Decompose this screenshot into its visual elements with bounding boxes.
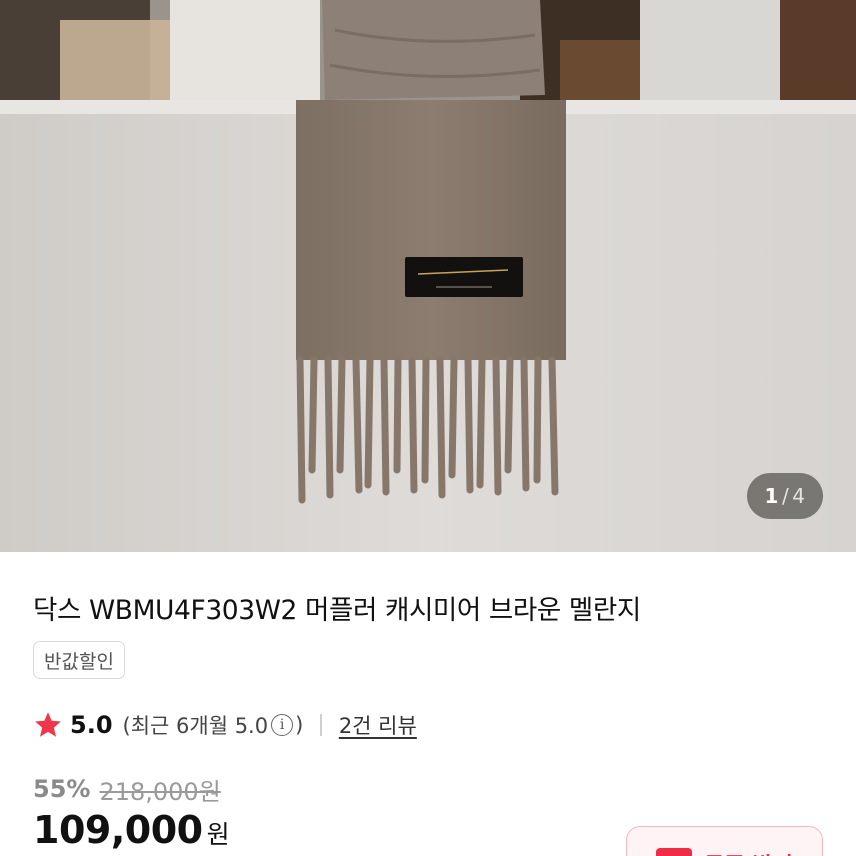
rating-divider [320,714,322,736]
recent-rating-text: (최근 6개월 5.0 i ) [123,710,304,740]
discount-tag-label: 반값할인 [44,650,114,673]
currency-unit: 원 [206,820,230,849]
image-page-counter: 1 / 4 [747,473,823,519]
info-icon[interactable]: i [271,714,294,736]
rating-score: 5.0 [70,711,113,739]
product-photo [0,0,856,552]
product-title: 닥스 WBMU4F303W2 머플러 캐시미어 브라운 멜란지 [33,595,641,626]
discount-percent: 55% [33,775,91,803]
discount-tag-badge: 반값할인 [33,641,125,679]
reviews-link[interactable]: 2건 리뷰 [339,710,417,740]
sale-price: 109,000 [33,808,203,852]
current-image-index: 1 [764,484,779,508]
counter-separator: / [781,484,790,508]
coupon-button-label: 쿠폰 받기 [704,848,793,856]
coupon-button[interactable]: 쿠폰 받기 [626,826,823,856]
product-image-gallery[interactable]: 1 / 4 [0,0,856,552]
recent-rating-prefix: (최근 6개월 5.0 [122,714,269,738]
coupon-icon [656,848,693,856]
star-icon [35,712,61,737]
original-price: 218,000원 [99,777,221,806]
recent-rating-suffix: ) [295,713,304,737]
rating-row: 5.0 (최근 6개월 5.0 i ) 2건 리뷰 [33,705,417,745]
original-price-row: 55% 218,000원 [33,772,221,806]
total-images-count: 4 [792,484,806,508]
sale-price-row: 109,000 원 [33,808,230,852]
brand-label [405,257,523,297]
